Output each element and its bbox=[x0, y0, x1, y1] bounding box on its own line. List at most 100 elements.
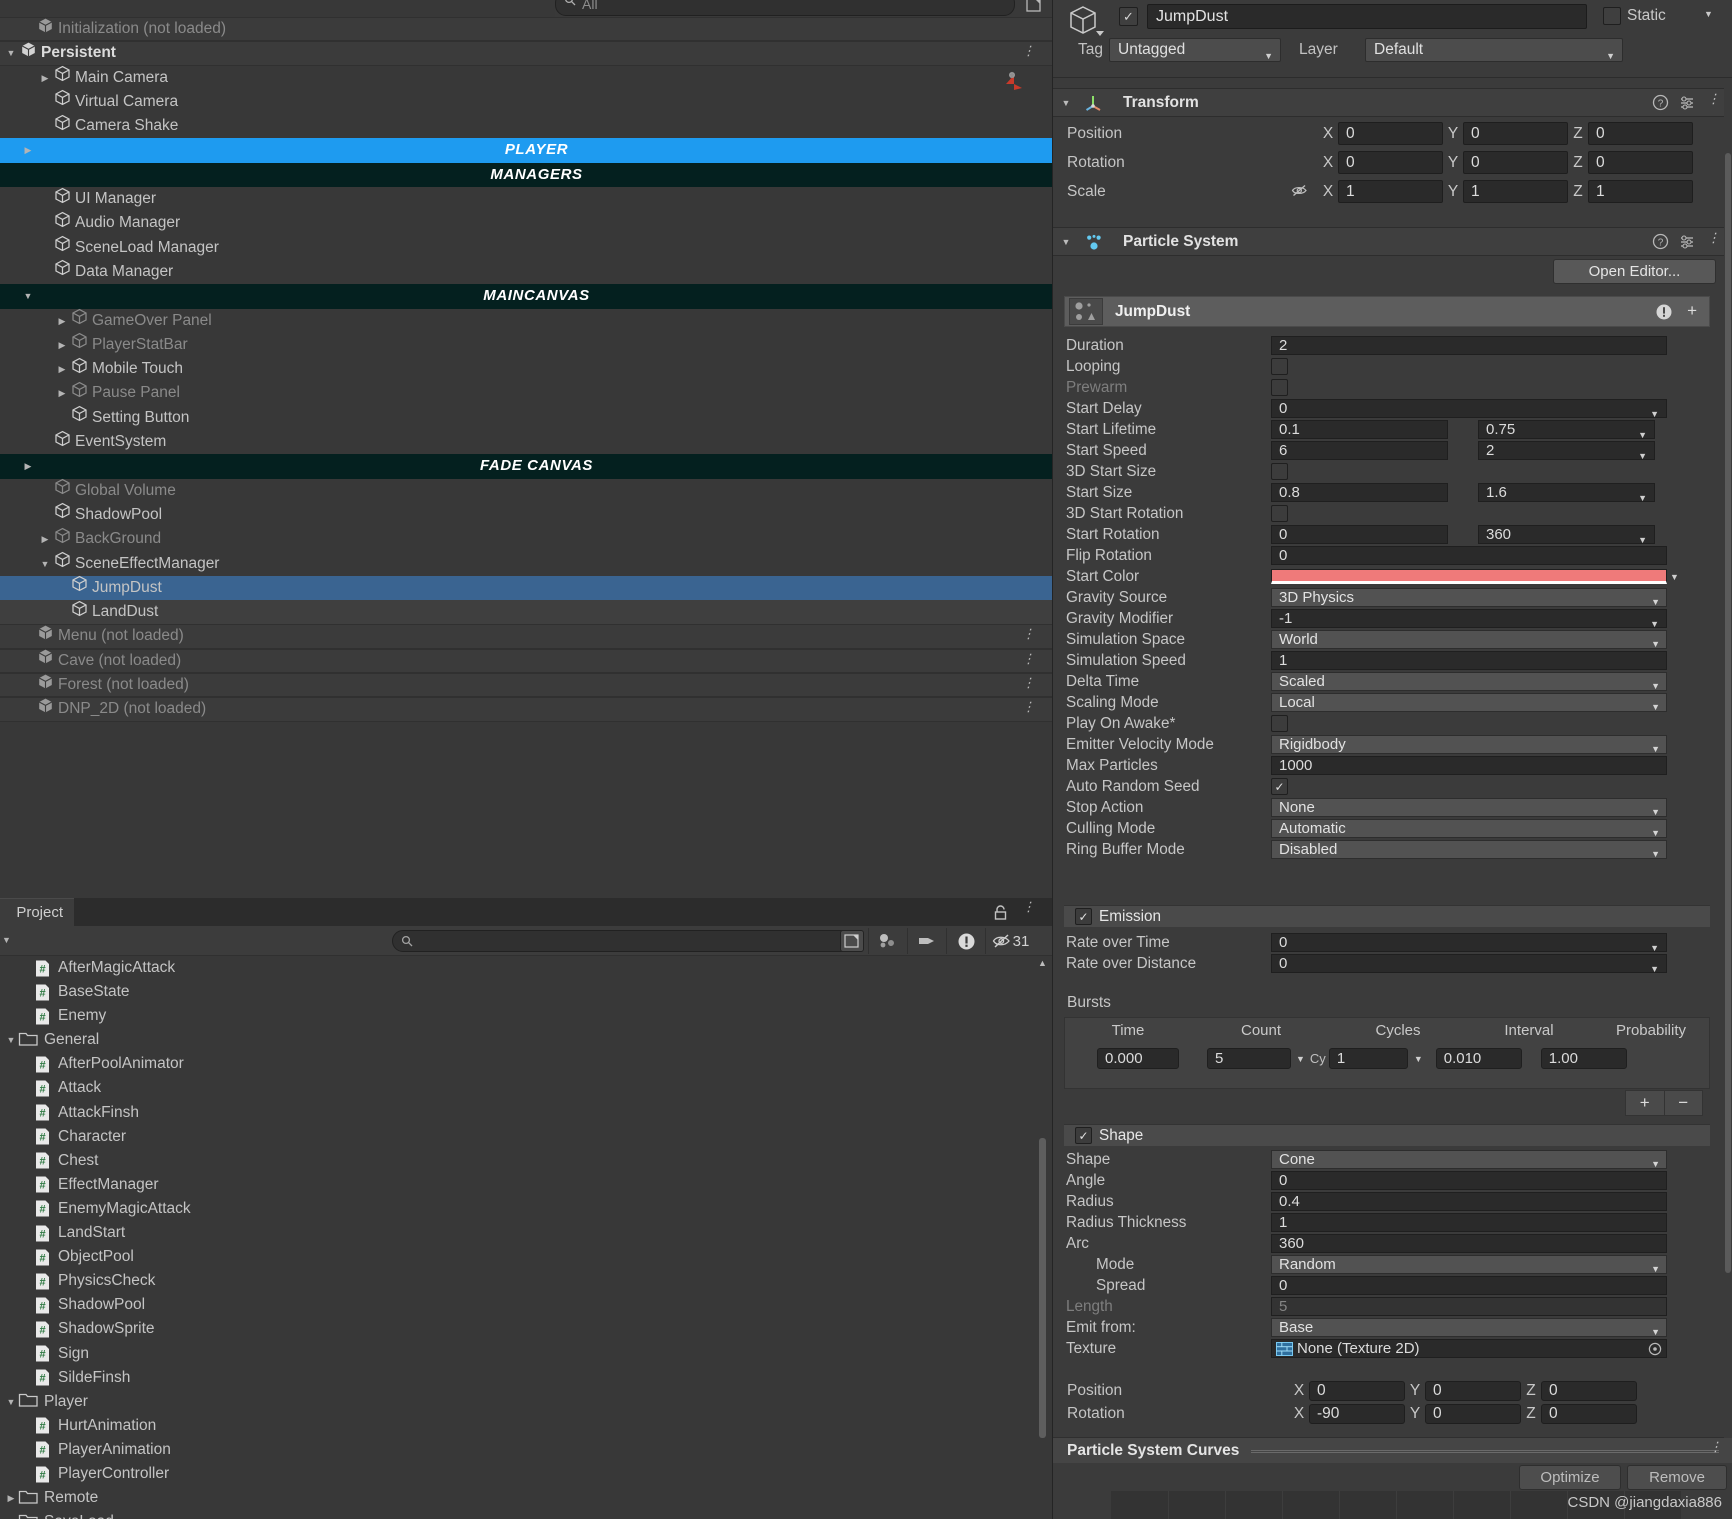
transform-rotation-y-input[interactable]: 0 bbox=[1463, 151, 1568, 174]
help-icon[interactable]: ? bbox=[1652, 233, 1669, 255]
hierarchy-item-background[interactable]: ▶ BackGround bbox=[0, 527, 1052, 551]
project-item-attack[interactable]: ▶#Attack bbox=[0, 1076, 1035, 1100]
hierarchy-item-main-camera[interactable]: ▶ Main Camera bbox=[0, 65, 1052, 90]
shape-emit-from-dropdown[interactable]: Base ▼ bbox=[1271, 1318, 1667, 1337]
hierarchy-item-menu-not-loaded[interactable]: ▶Menu (not loaded)⋮ bbox=[0, 624, 1052, 649]
particle-main-3d-start-size-checkbox[interactable] bbox=[1271, 463, 1288, 480]
particle-main-start-delay-input[interactable]: 0 ▼ bbox=[1271, 399, 1667, 419]
expand-chevron-icon[interactable]: ▶ bbox=[4, 1486, 18, 1510]
hierarchy-item-audio-manager[interactable]: ▶Audio Manager bbox=[0, 211, 1052, 235]
shape-position-x-input[interactable]: 0 bbox=[1309, 1380, 1405, 1401]
burst-cycles-mode-chevron-icon[interactable]: ▼ bbox=[1414, 1054, 1423, 1064]
lock-icon[interactable] bbox=[993, 904, 1008, 926]
shape-texture-objectfield[interactable]: None (Texture 2D) bbox=[1271, 1339, 1667, 1358]
particle-main-flip-rotation-input[interactable]: 0 bbox=[1271, 546, 1667, 565]
project-item-playercontroller[interactable]: ▶#PlayerController bbox=[0, 1462, 1035, 1486]
particle-main-duration-input[interactable]: 2 bbox=[1271, 336, 1667, 355]
expand-chevron-icon[interactable]: ▶ bbox=[55, 309, 69, 333]
expand-chevron-icon[interactable]: ▼ bbox=[4, 1028, 18, 1052]
particle-main-stop-action-dropdown[interactable]: None ▼ bbox=[1271, 798, 1667, 817]
emission-enabled-checkbox[interactable]: ✓ bbox=[1075, 908, 1092, 925]
hierarchy-item-gameover-panel[interactable]: ▶ GameOver Panel bbox=[0, 308, 1052, 333]
layer-dropdown[interactable]: Default ▼ bbox=[1365, 38, 1623, 62]
hierarchy-item-dnp-2d-not-loaded[interactable]: ▶DNP_2D (not loaded)⋮ bbox=[0, 697, 1052, 722]
scroll-up-icon[interactable]: ▲ bbox=[1036, 958, 1049, 968]
particle-main-start-rotation-min-input[interactable]: 0 bbox=[1271, 525, 1448, 544]
particle-system-component-header[interactable]: ▼ Particle System ? ⋮ bbox=[1053, 227, 1732, 256]
expand-chevron-icon[interactable]: ▶ bbox=[55, 333, 69, 357]
hierarchy-item-pause-panel[interactable]: ▶ Pause Panel bbox=[0, 381, 1052, 405]
hierarchy-item-camera-shake[interactable]: ▶Camera Shake bbox=[0, 114, 1052, 138]
hierarchy-item-virtual-camera[interactable]: ▶Virtual Camera bbox=[0, 90, 1052, 114]
save-layout-icon[interactable] bbox=[1024, 0, 1044, 14]
expand-chevron-icon[interactable]: ▶ bbox=[4, 1510, 18, 1519]
hierarchy-band-player[interactable]: ▶ PLAYER bbox=[0, 138, 1052, 163]
particle-main-start-lifetime-min-input[interactable]: 0.1 bbox=[1271, 420, 1448, 439]
project-item-sign[interactable]: ▶#Sign bbox=[0, 1342, 1035, 1366]
emission-module-header[interactable]: ✓ Emission bbox=[1064, 905, 1710, 927]
hidden-items-count[interactable]: 31 bbox=[985, 928, 1035, 954]
filter-by-label-icon[interactable] bbox=[907, 928, 946, 954]
project-item-basestate[interactable]: ▶#BaseState bbox=[0, 980, 1035, 1004]
scene-menu-icon[interactable]: ⋮ bbox=[1022, 652, 1035, 665]
hierarchy-item-sceneload-manager[interactable]: ▶SceneLoad Manager bbox=[0, 236, 1052, 260]
burst-time-input[interactable]: 0.000 bbox=[1097, 1048, 1179, 1069]
hierarchy-list[interactable]: ▶Initialization (not loaded)▼Persistent⋮… bbox=[0, 17, 1052, 898]
component-menu-icon[interactable]: ⋮ bbox=[1707, 231, 1720, 244]
transform-rotation-x-input[interactable]: 0 bbox=[1338, 151, 1443, 174]
transform-position-y-input[interactable]: 0 bbox=[1463, 122, 1568, 145]
particle-main-simulation-space-dropdown[interactable]: World ▼ bbox=[1271, 630, 1667, 649]
transform-scale-y-input[interactable]: 1 bbox=[1463, 180, 1568, 203]
particle-main-start-rotation-max-input[interactable]: 360 ▼ bbox=[1478, 525, 1655, 545]
project-asset-list[interactable]: ▶#AfterMagicAttack▶#BaseState▶#Enemy▼Gen… bbox=[0, 956, 1035, 1519]
transform-scale-z-input[interactable]: 1 bbox=[1588, 180, 1693, 203]
project-item-attackfinsh[interactable]: ▶#AttackFinsh bbox=[0, 1101, 1035, 1125]
search-expand-icon[interactable] bbox=[840, 930, 864, 952]
hierarchy-band-maincanvas[interactable]: ▼ MAINCANVAS bbox=[0, 284, 1052, 309]
burst-probability-input[interactable]: 1.00 bbox=[1540, 1048, 1627, 1069]
project-item-afterpoolanimator[interactable]: ▶#AfterPoolAnimator bbox=[0, 1052, 1035, 1076]
hierarchy-item-cave-not-loaded[interactable]: ▶Cave (not loaded)⋮ bbox=[0, 648, 1052, 674]
filter-by-type-icon[interactable] bbox=[868, 928, 907, 954]
project-item-shadowsprite[interactable]: ▶#ShadowSprite bbox=[0, 1317, 1035, 1341]
warning-count-icon[interactable] bbox=[946, 928, 985, 954]
scroll-thumb[interactable] bbox=[1039, 1138, 1046, 1438]
hierarchy-item-eventsystem[interactable]: ▶EventSystem bbox=[0, 430, 1052, 454]
shape-mode-dropdown[interactable]: Random ▼ bbox=[1271, 1255, 1667, 1274]
gameobject-name-input[interactable]: JumpDust bbox=[1147, 4, 1587, 29]
shape-angle-input[interactable]: 0 bbox=[1271, 1171, 1667, 1190]
project-item-chest[interactable]: ▶#Chest bbox=[0, 1149, 1035, 1173]
particle-main-start-size-max-input[interactable]: 1.6 ▼ bbox=[1478, 483, 1655, 503]
transform-rotation-z-input[interactable]: 0 bbox=[1588, 151, 1693, 174]
project-item-objectpool[interactable]: ▶#ObjectPool bbox=[0, 1245, 1035, 1269]
project-item-aftermagicattack[interactable]: ▶#AfterMagicAttack bbox=[0, 956, 1035, 980]
expand-chevron-icon[interactable]: ▶ bbox=[55, 357, 69, 381]
shape-radius-input[interactable]: 0.4 bbox=[1271, 1192, 1667, 1211]
shape-rotation-z-input[interactable]: 0 bbox=[1541, 1403, 1637, 1424]
transform-component-header[interactable]: ▼ Transform ? ⋮ bbox=[1053, 88, 1732, 117]
curve-mode-chevron-icon[interactable]: ▼ bbox=[1650, 961, 1659, 978]
project-item-physicscheck[interactable]: ▶#PhysicsCheck bbox=[0, 1269, 1035, 1293]
project-scrollbar[interactable]: ▲ bbox=[1036, 958, 1049, 1516]
shape-rotation-x-input[interactable]: -90 bbox=[1309, 1403, 1405, 1424]
project-item-playeranimation[interactable]: ▶#PlayerAnimation bbox=[0, 1438, 1035, 1462]
project-item-player[interactable]: ▼ Player bbox=[0, 1390, 1035, 1414]
transform-position-z-input[interactable]: 0 bbox=[1588, 122, 1693, 145]
particle-main-start-color-swatch[interactable] bbox=[1271, 569, 1667, 584]
hierarchy-item-setting-button[interactable]: ▶Setting Button bbox=[0, 406, 1052, 430]
hierarchy-item-initialization-not-loaded[interactable]: ▶Initialization (not loaded) bbox=[0, 17, 1052, 42]
project-item-shadowpool[interactable]: ▶#ShadowPool bbox=[0, 1293, 1035, 1317]
particle-main-max-particles-input[interactable]: 1000 bbox=[1271, 756, 1667, 775]
scene-menu-icon[interactable]: ⋮ bbox=[1022, 676, 1035, 689]
hierarchy-item-ui-manager[interactable]: ▶UI Manager bbox=[0, 187, 1052, 211]
project-item-general[interactable]: ▼ General bbox=[0, 1028, 1035, 1052]
curves-area[interactable]: Optimize Remove CSDN @jiangdaxia886 bbox=[1053, 1463, 1732, 1519]
hierarchy-band-managers[interactable]: ▶MANAGERS bbox=[0, 162, 1052, 188]
burst-count-mode-chevron-icon[interactable]: ▼ bbox=[1296, 1054, 1305, 1064]
expand-chevron-icon[interactable]: ▼ bbox=[4, 41, 18, 65]
particle-main-gravity-source-dropdown[interactable]: 3D Physics ▼ bbox=[1271, 588, 1667, 607]
create-menu-chevron-icon[interactable]: ▼ bbox=[2, 935, 11, 945]
optimize-button[interactable]: Optimize bbox=[1519, 1465, 1621, 1490]
particle-system-selected-emitter[interactable]: JumpDust + bbox=[1064, 296, 1710, 327]
remove-burst-button[interactable]: − bbox=[1665, 1091, 1703, 1115]
